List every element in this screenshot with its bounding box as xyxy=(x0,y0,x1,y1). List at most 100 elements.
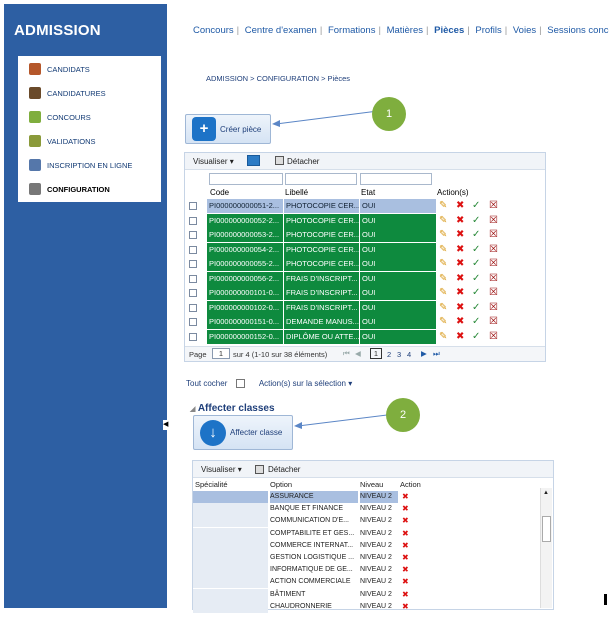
view-menu[interactable]: Visualiser ▾ xyxy=(193,157,234,166)
row-checkbox[interactable] xyxy=(189,216,197,225)
filter-state-input[interactable] xyxy=(360,173,432,185)
row-checkbox[interactable] xyxy=(189,231,197,239)
sidebar-item-candidats[interactable]: CANDIDATS xyxy=(18,59,161,79)
edit-pencil-icon[interactable]: ✎ xyxy=(439,287,447,299)
tab-voies[interactable]: Voies xyxy=(510,25,539,36)
table-row[interactable]: PI000000000053-2... PHOTOCOPIE CER... OUI ✎… xyxy=(185,228,545,242)
filter-code-input[interactable] xyxy=(209,173,283,185)
sidebar-item-configuration[interactable]: CONFIGURATION xyxy=(18,179,161,199)
delete-icon[interactable]: ✖ xyxy=(456,244,464,256)
sidebar-item-candidatures[interactable]: CANDIDATURES xyxy=(18,83,161,103)
column-header-state[interactable]: Etat xyxy=(361,188,375,197)
edit-pencil-icon[interactable]: ✎ xyxy=(439,273,447,285)
tab-concours[interactable]: Concours xyxy=(190,25,237,36)
list-item[interactable]: GESTION LOGISTIQUE ... NIVEAU 2 ✖ xyxy=(193,552,429,564)
select-all-checkbox[interactable] xyxy=(235,379,245,389)
vertical-scrollbar[interactable]: ▲ xyxy=(540,488,552,608)
row-checkbox[interactable] xyxy=(189,260,197,268)
disable-cross-icon[interactable]: ☒ xyxy=(489,258,498,270)
delete-icon[interactable]: ✖ xyxy=(456,273,464,285)
row-checkbox[interactable] xyxy=(189,245,197,254)
tab-sessions-concours[interactable]: Sessions concours xyxy=(544,25,609,36)
sidebar-item-inscription[interactable]: INSCRIPTION EN LIGNE xyxy=(18,155,161,175)
disable-cross-icon[interactable]: ☒ xyxy=(489,244,498,256)
row-checkbox[interactable] xyxy=(189,332,197,341)
validate-check-icon[interactable]: ✓ xyxy=(472,244,480,256)
edit-pencil-icon[interactable]: ✎ xyxy=(439,258,447,270)
table-row[interactable]: PI000000000152-0... DIPLÔME OU ATTE... OUI… xyxy=(185,329,545,344)
edit-pencil-icon[interactable]: ✎ xyxy=(439,244,447,256)
delete-icon[interactable]: ✖ xyxy=(402,528,409,540)
disable-cross-icon[interactable]: ☒ xyxy=(489,215,498,227)
column-header-label[interactable]: Libellé xyxy=(285,188,308,197)
edit-pencil-icon[interactable]: ✎ xyxy=(439,302,447,314)
column-header-code[interactable]: Code xyxy=(210,188,229,197)
row-checkbox[interactable] xyxy=(189,274,197,283)
last-page-icon[interactable]: ⏭ xyxy=(433,349,440,359)
disable-cross-icon[interactable]: ☒ xyxy=(489,229,498,241)
delete-icon[interactable]: ✖ xyxy=(456,229,464,241)
disable-cross-icon[interactable]: ☒ xyxy=(489,302,498,314)
scroll-thumb[interactable] xyxy=(542,516,551,542)
validate-check-icon[interactable]: ✓ xyxy=(472,258,480,270)
edit-pencil-icon[interactable]: ✎ xyxy=(439,316,447,328)
detach-button[interactable]: Détacher xyxy=(268,465,300,474)
collapse-sidebar-button[interactable]: ◀ xyxy=(163,420,168,430)
list-item[interactable]: COMMUNICATION D'E... NIVEAU 2 ✖ xyxy=(193,515,429,528)
tab-pieces[interactable]: Pièces xyxy=(431,25,467,36)
row-checkbox[interactable] xyxy=(189,303,197,312)
tab-profils[interactable]: Profils xyxy=(472,25,504,36)
list-item[interactable]: CHAUDRONNERIE NIVEAU 2 ✖ xyxy=(193,600,429,613)
scroll-up-icon[interactable]: ▲ xyxy=(543,490,549,496)
edit-pencil-icon[interactable]: ✎ xyxy=(439,331,447,343)
delete-icon[interactable]: ✖ xyxy=(402,540,409,552)
tab-matieres[interactable]: Matières xyxy=(384,25,426,36)
sidebar-item-validations[interactable]: VALIDATIONS xyxy=(18,131,161,151)
edit-pencil-icon[interactable]: ✎ xyxy=(439,215,447,227)
tab-centre-examen[interactable]: Centre d'examen xyxy=(242,25,320,36)
disable-cross-icon[interactable]: ☒ xyxy=(489,200,498,212)
collapse-triangle-icon[interactable]: ◢ xyxy=(190,406,195,413)
delete-icon[interactable]: ✖ xyxy=(402,564,409,576)
disable-cross-icon[interactable]: ☒ xyxy=(489,316,498,328)
table-row[interactable]: PI000000000051-2... PHOTOCOPIE CER... OUI ✎… xyxy=(185,199,545,213)
delete-icon[interactable]: ✖ xyxy=(402,576,409,588)
validate-check-icon[interactable]: ✓ xyxy=(472,302,480,314)
table-row[interactable]: PI000000000055-2... PHOTOCOPIE CER... OUI ✎… xyxy=(185,257,545,271)
list-item[interactable]: ACTION COMMERCIALE NIVEAU 2 ✖ xyxy=(193,576,429,589)
edit-pencil-icon[interactable]: ✎ xyxy=(439,200,447,212)
filter-label-input[interactable] xyxy=(285,173,357,185)
assign-class-button[interactable]: ↓ Affecter classe xyxy=(193,415,293,450)
view-menu[interactable]: Visualiser ▾ xyxy=(201,465,242,474)
table-row[interactable]: PI000000000052-2... PHOTOCOPIE CER... OUI ✎… xyxy=(185,213,545,228)
page-link-3[interactable]: 3 xyxy=(397,350,401,359)
delete-icon[interactable]: ✖ xyxy=(456,316,464,328)
disable-cross-icon[interactable]: ☒ xyxy=(489,287,498,299)
validate-check-icon[interactable]: ✓ xyxy=(472,200,480,212)
table-row[interactable]: PI000000000151-0... DEMANDE MANUS... OUI ✎ ✖… xyxy=(185,315,545,329)
page-link-1[interactable]: 1 xyxy=(370,348,382,359)
row-checkbox[interactable] xyxy=(189,318,197,326)
list-item[interactable]: ASSURANCE NIVEAU 2 ✖ xyxy=(193,491,429,503)
first-page-icon[interactable]: ⏮ xyxy=(343,349,350,359)
export-icon[interactable] xyxy=(247,155,260,166)
create-piece-button[interactable]: + Créer pièce xyxy=(185,114,271,144)
validate-check-icon[interactable]: ✓ xyxy=(472,273,480,285)
list-item[interactable]: BANQUE ET FINANCE NIVEAU 2 ✖ xyxy=(193,503,429,516)
validate-check-icon[interactable]: ✓ xyxy=(472,331,480,343)
delete-icon[interactable]: ✖ xyxy=(402,503,409,515)
validate-check-icon[interactable]: ✓ xyxy=(472,229,480,241)
edit-pencil-icon[interactable]: ✎ xyxy=(439,229,447,241)
table-row[interactable]: PI000000000101-0... FRAIS D'INSCRIPT... OU… xyxy=(185,286,545,300)
delete-icon[interactable]: ✖ xyxy=(402,589,409,601)
delete-icon[interactable]: ✖ xyxy=(402,491,409,503)
table-row[interactable]: PI000000000056-2... FRAIS D'INSCRIPT... OU… xyxy=(185,271,545,286)
delete-icon[interactable]: ✖ xyxy=(402,515,409,527)
sidebar-item-concours[interactable]: CONCOURS xyxy=(18,107,161,127)
table-row[interactable]: PI000000000102-0... FRAIS D'INSCRIPT... OU… xyxy=(185,300,545,315)
validate-check-icon[interactable]: ✓ xyxy=(472,316,480,328)
list-item[interactable]: BÂTIMENT NIVEAU 2 ✖ xyxy=(193,588,429,601)
delete-icon[interactable]: ✖ xyxy=(456,200,464,212)
list-item[interactable]: COMPTABILITE ET GES... NIVEAU 2 ✖ xyxy=(193,527,429,540)
column-header-level[interactable]: Niveau xyxy=(360,480,383,489)
